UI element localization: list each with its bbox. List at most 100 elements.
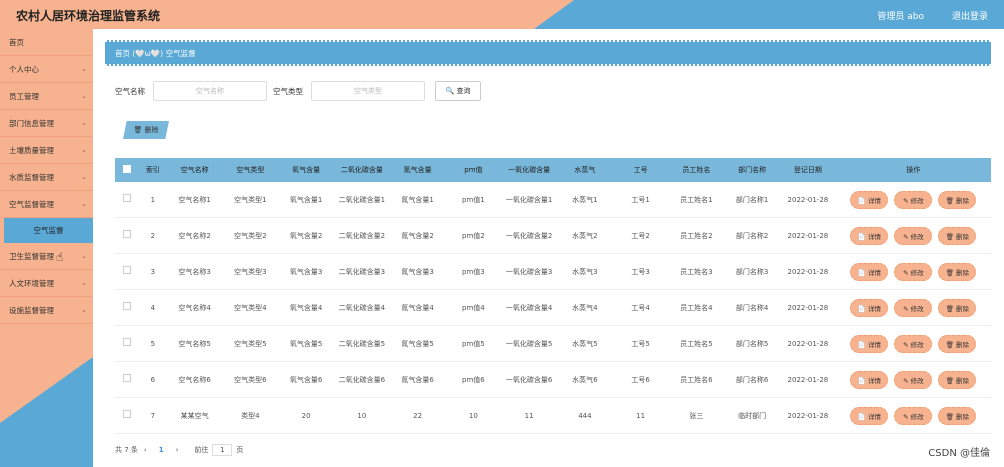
page-number-1[interactable]: 1: [159, 446, 164, 454]
table-cell: 空气名称6: [178, 375, 211, 384]
goto-page-input[interactable]: 1: [212, 444, 233, 456]
delete-button[interactable]: 🗑 删除: [938, 298, 977, 317]
table-cell: 氮气含量5: [401, 339, 434, 348]
detail-button[interactable]: 📄 详情: [850, 298, 889, 317]
table-cell: 空气类型3: [234, 267, 267, 276]
row-actions: 📄 详情 ✎ 修改 🗑 删除: [836, 370, 991, 389]
prev-page-button[interactable]: ‹: [144, 446, 147, 454]
select-all-cell: [115, 165, 139, 175]
table-cell: 2022-01-28: [787, 267, 829, 276]
table-cell: 水蒸气4: [572, 303, 598, 312]
sidebar-item[interactable]: 卫生监督管理 ⌄: [0, 243, 93, 270]
actions-cell: 📄 详情 ✎ 修改 🗑 删除: [836, 406, 991, 425]
table-cell: 工号6: [631, 375, 650, 384]
table-cell: 7: [150, 411, 156, 420]
table-cell: 工号4: [631, 303, 650, 312]
sidebar-item[interactable]: 员工管理 ⌄: [0, 83, 93, 110]
breadcrumb: 首页 (🤍ω🤍) 空气监督: [105, 40, 991, 66]
table-cell: 空气类型4: [234, 303, 267, 312]
table-row: 6 空气名称6 空气类型6 氧气含量6 二氧化碳含量6 氮气含量6 pm值6 一氧化碳含量6 水…: [115, 362, 991, 398]
sidebar-item[interactable]: 空气监督管理 ⌄: [0, 191, 93, 218]
sidebar-item[interactable]: 部门信息管理 ⌄: [0, 110, 93, 137]
delete-button[interactable]: 🗑 删除: [938, 406, 977, 425]
sidebar-item-label: 卫生监督管理: [9, 252, 54, 261]
detail-button[interactable]: 📄 详情: [850, 334, 889, 353]
chevron-down-icon: ⌄: [81, 173, 87, 181]
edit-button[interactable]: ✎ 修改: [894, 406, 933, 425]
edit-button[interactable]: ✎ 修改: [894, 334, 933, 353]
air-name-input[interactable]: 空气名称: [153, 81, 267, 101]
delete-button[interactable]: 🗑 删除: [938, 370, 977, 389]
edit-button[interactable]: ✎ 修改: [894, 298, 933, 317]
detail-button[interactable]: 📄 详情: [850, 370, 889, 389]
row-select-cell: [115, 230, 139, 241]
table-cell: 2022-01-28: [787, 411, 829, 420]
edit-button[interactable]: ✎ 修改: [894, 226, 933, 245]
table-cell: 二氧化碳含量4: [338, 303, 386, 312]
table-cell: 444: [578, 411, 592, 420]
sidebar-item[interactable]: 人文环境管理 ⌄: [0, 270, 93, 297]
table-cell: 2: [150, 231, 156, 240]
row-select-cell: [115, 266, 139, 277]
select-all-checkbox[interactable]: [122, 165, 131, 173]
actions-cell: 📄 详情 ✎ 修改 🗑 删除: [836, 262, 991, 281]
table-cell: 6: [150, 375, 156, 384]
app-title: 农村人居环境治理监管系统: [16, 9, 161, 23]
row-select-cell: [115, 410, 139, 421]
table-cell: 部门名称3: [735, 267, 769, 276]
sidebar-item[interactable]: 设施监督管理 ⌄: [0, 297, 93, 324]
delete-button[interactable]: 🗑 删除: [938, 190, 977, 209]
column-header: pm值: [464, 166, 483, 174]
edit-button[interactable]: ✎ 修改: [894, 370, 933, 389]
batch-delete-button[interactable]: 🗑 删除: [123, 121, 169, 139]
sidebar-item[interactable]: 个人中心 ⌄: [0, 56, 93, 83]
table-cell: pm值6: [462, 375, 485, 384]
row-checkbox[interactable]: [122, 194, 131, 202]
header-blue-decoration: [534, 0, 1004, 29]
row-actions: 📄 详情 ✎ 修改 🗑 删除: [836, 190, 991, 209]
column-header: 登记日期: [793, 166, 822, 174]
table-cell: 氮气含量3: [401, 267, 434, 276]
table-cell: 一氧化碳含量6: [505, 375, 553, 384]
table-cell: 部门名称6: [735, 375, 769, 384]
row-checkbox[interactable]: [122, 230, 131, 238]
sidebar-item-label: 设施监督管理: [9, 306, 54, 315]
row-select-cell: [115, 194, 139, 205]
sidebar-item[interactable]: 水质监督管理 ⌄: [0, 164, 93, 191]
table-cell: 氧气含量2: [289, 231, 323, 240]
table-cell: pm值2: [462, 231, 485, 240]
table-cell: 空气类型1: [234, 195, 267, 204]
table-cell: 部门名称2: [735, 231, 769, 240]
next-page-button[interactable]: ›: [176, 446, 179, 454]
detail-button[interactable]: 📄 详情: [850, 406, 889, 425]
row-actions: 📄 详情 ✎ 修改 🗑 删除: [836, 298, 991, 317]
row-checkbox[interactable]: [122, 338, 131, 346]
row-checkbox[interactable]: [122, 302, 131, 310]
table-cell: 2022-01-28: [787, 339, 829, 348]
row-actions: 📄 详情 ✎ 修改 🗑 删除: [836, 226, 991, 245]
column-header: 二氧化碳含量: [340, 166, 383, 174]
detail-button[interactable]: 📄 详情: [850, 190, 889, 209]
submenu-item-air-supervision[interactable]: 空气监督: [4, 218, 93, 243]
delete-button[interactable]: 🗑 删除: [938, 334, 977, 353]
sidebar-item-label: 个人中心: [9, 65, 39, 74]
delete-button[interactable]: 🗑 删除: [938, 226, 977, 245]
row-checkbox[interactable]: [122, 374, 131, 382]
sidebar-item-label: 水质监督管理: [9, 173, 54, 182]
sidebar-item[interactable]: 首页: [0, 29, 93, 56]
edit-button[interactable]: ✎ 修改: [894, 190, 933, 209]
delete-button[interactable]: 🗑 删除: [938, 262, 977, 281]
query-button[interactable]: 🔍 查询: [435, 81, 481, 101]
logout-link[interactable]: 退出登录: [952, 9, 988, 22]
sidebar-item[interactable]: 土壤质量管理 ⌄: [0, 137, 93, 164]
detail-button[interactable]: 📄 详情: [850, 226, 889, 245]
table-row: 1 空气名称1 空气类型1 氧气含量1 二氧化碳含量1 氮气含量1 pm值1 一氧化碳含量1 水…: [115, 182, 991, 218]
detail-button[interactable]: 📄 详情: [850, 262, 889, 281]
edit-button[interactable]: ✎ 修改: [894, 262, 933, 281]
row-checkbox[interactable]: [122, 410, 131, 418]
air-type-input[interactable]: 空气类型: [311, 81, 425, 101]
hand-cursor-icon: ☝: [56, 250, 64, 264]
table-cell: 空气名称5: [178, 339, 211, 348]
table-cell: 部门名称5: [735, 339, 769, 348]
row-checkbox[interactable]: [122, 266, 131, 274]
